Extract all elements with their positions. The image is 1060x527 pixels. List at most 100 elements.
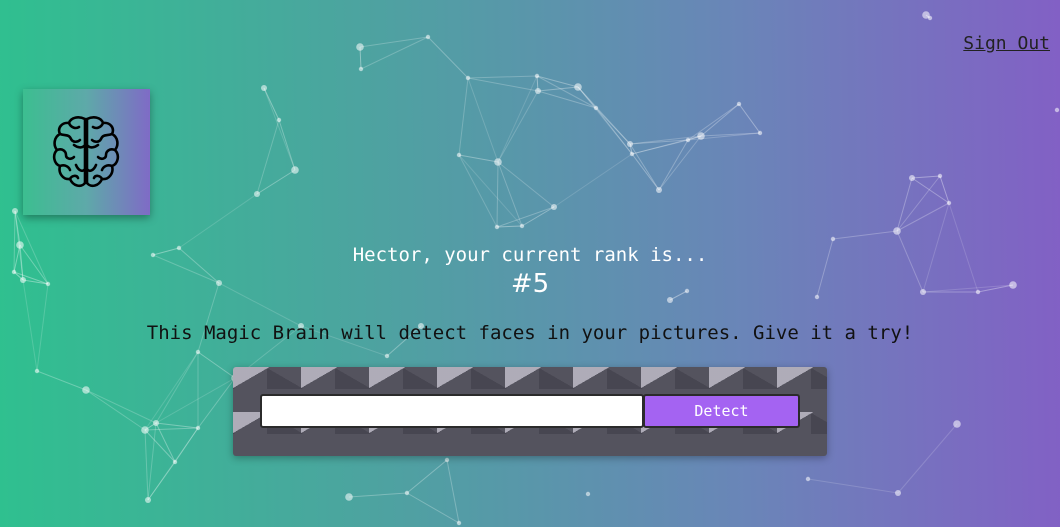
particle-dot xyxy=(195,425,201,431)
particle-dot xyxy=(685,137,691,143)
particle-dot xyxy=(345,493,353,501)
particle-dot xyxy=(627,141,633,147)
particle-link xyxy=(658,135,702,191)
particle-dot xyxy=(456,152,462,158)
particle-link xyxy=(85,389,146,431)
particle-link xyxy=(896,177,913,232)
particle-link xyxy=(197,351,236,379)
particle-dot xyxy=(141,426,149,434)
particle-link xyxy=(700,103,740,137)
particle-dot xyxy=(736,101,742,107)
logo-tilt-card[interactable] xyxy=(23,89,150,215)
particle-link xyxy=(807,478,899,494)
particle-link xyxy=(537,90,597,109)
particle-dot xyxy=(172,459,178,465)
particle-dot xyxy=(922,11,930,19)
particle-link xyxy=(897,423,958,494)
particle-link xyxy=(939,175,950,204)
particle-dot xyxy=(404,490,410,496)
particle-link xyxy=(197,377,236,429)
particle-dot xyxy=(574,83,582,91)
particle-dot xyxy=(551,204,557,210)
rank-message: Hector, your current rank is... xyxy=(352,244,708,266)
particle-link xyxy=(536,75,579,88)
particle-dot xyxy=(593,105,599,111)
particle-link xyxy=(896,175,941,232)
particle-link xyxy=(406,492,460,524)
particle-dot xyxy=(1054,107,1060,113)
particle-dot xyxy=(261,85,267,91)
particle-dot xyxy=(535,88,541,94)
particle-dot xyxy=(830,236,836,242)
particle-link xyxy=(278,119,296,171)
particle-dot xyxy=(384,353,390,359)
particle-link xyxy=(738,103,761,134)
particle-dot xyxy=(953,420,961,428)
particle-link xyxy=(406,459,448,494)
particle-link xyxy=(497,90,539,163)
particle-link xyxy=(595,107,633,155)
particle-dot xyxy=(425,34,431,40)
particle-link xyxy=(553,153,633,208)
particle-dot xyxy=(444,457,450,463)
particle-dot xyxy=(629,151,635,157)
particle-link xyxy=(263,87,296,171)
particle-link xyxy=(911,177,950,204)
particle-dot xyxy=(757,130,763,136)
particle-link xyxy=(911,175,941,179)
particle-link xyxy=(496,161,499,228)
image-link-form: Detect xyxy=(233,367,827,456)
particle-dot xyxy=(494,224,500,230)
particle-link xyxy=(144,429,149,501)
particle-dot xyxy=(153,420,159,426)
particle-dot xyxy=(34,368,40,374)
particle-dot xyxy=(656,187,662,193)
particle-dot xyxy=(465,75,471,81)
particle-dot xyxy=(12,208,18,214)
particle-dot xyxy=(893,227,901,235)
particle-dot xyxy=(291,166,299,174)
particle-link xyxy=(85,389,157,424)
particle-link xyxy=(144,351,199,431)
particle-dot xyxy=(82,386,90,394)
image-url-input[interactable] xyxy=(260,394,644,428)
particle-link xyxy=(467,77,539,92)
particle-dot xyxy=(585,491,591,497)
particle-link xyxy=(458,77,469,156)
particle-link xyxy=(467,75,538,79)
particle-dot xyxy=(937,173,943,179)
particle-dot xyxy=(456,520,462,526)
particle-link xyxy=(832,230,898,240)
particle-link xyxy=(497,75,538,163)
particle-link xyxy=(155,422,199,429)
app-description: This Magic Brain will detect faces in yo… xyxy=(146,322,914,344)
particle-link xyxy=(658,139,689,191)
detect-button[interactable]: Detect xyxy=(643,394,800,428)
particle-link xyxy=(178,193,258,249)
particle-dot xyxy=(494,158,502,166)
rank-number: #5 xyxy=(510,269,550,299)
particle-link xyxy=(348,492,408,498)
particle-link xyxy=(147,461,176,501)
particle-link xyxy=(631,153,660,191)
particle-dot xyxy=(909,175,915,181)
particle-link xyxy=(595,107,631,145)
particle-link xyxy=(144,427,199,431)
particle-dot xyxy=(145,497,151,503)
brain-icon xyxy=(52,116,120,188)
particle-link xyxy=(144,429,176,463)
particle-link xyxy=(536,75,597,109)
particle-dot xyxy=(534,73,540,79)
particle-dot xyxy=(276,117,282,123)
particle-link xyxy=(155,351,199,424)
particle-link xyxy=(36,370,87,391)
sign-out-link[interactable]: Sign Out xyxy=(963,33,1050,54)
particle-link xyxy=(446,459,460,524)
particle-dot xyxy=(697,132,705,140)
particle-link xyxy=(896,202,950,232)
particle-dot xyxy=(805,476,811,482)
particle-dot xyxy=(358,66,364,72)
particle-link xyxy=(467,77,499,163)
particle-dot xyxy=(356,43,364,51)
particle-dot xyxy=(946,200,952,206)
